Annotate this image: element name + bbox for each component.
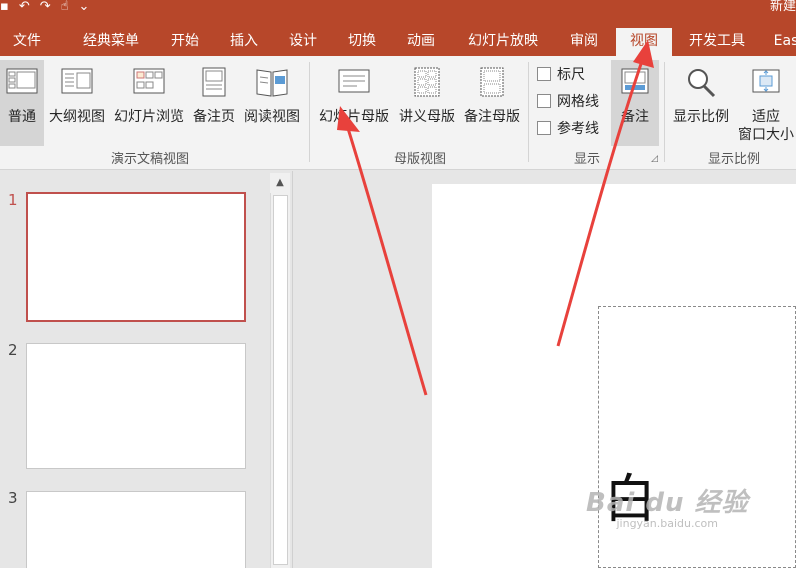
notes-master-icon: [480, 67, 504, 97]
scroll-up-icon[interactable]: ▲: [270, 173, 290, 193]
guides-checkbox[interactable]: 参考线: [537, 118, 599, 138]
quick-access-toolbar: ▪ ↶ ↷ ☝ ⌄: [0, 0, 89, 14]
guides-checkbox-box[interactable]: [537, 121, 551, 135]
tab-home[interactable]: 开始: [160, 28, 210, 56]
touch-mode-icon[interactable]: ☝: [61, 0, 69, 13]
notes-master-label: 备注母版: [464, 109, 520, 125]
slide-sorter-button[interactable]: 幻灯片浏览: [110, 60, 188, 146]
slide-number: 2: [8, 341, 18, 359]
magnifier-icon: [688, 69, 716, 98]
save-icon[interactable]: ▪: [0, 0, 9, 13]
slide-thumbnail-pane: 1 2 3 ▲: [0, 171, 293, 568]
reading-view-button[interactable]: 阅读视图: [240, 60, 304, 146]
show-group-label: 显示: [573, 152, 600, 167]
slide-master-icon: [338, 69, 370, 93]
tab-transitions[interactable]: 切换: [337, 28, 387, 56]
slide-sorter-label: 幻灯片浏览: [114, 109, 184, 125]
gridlines-checkbox-box[interactable]: [537, 94, 551, 108]
ribbon: 普通 大纲视图 幻灯片浏览 备注页 阅读视图 演示文稿视图 幻灯片母版 讲义母版…: [0, 56, 796, 170]
notes-page-icon: [202, 67, 226, 97]
baidu-watermark: Bai du 经验 jingyan.baidu.com: [586, 482, 749, 530]
tab-view[interactable]: 视图: [616, 28, 672, 58]
scrollbar-thumb[interactable]: [273, 195, 288, 565]
fit-label-line2: 窗口大小: [738, 127, 794, 143]
slide-thumbnail-3[interactable]: [26, 491, 246, 568]
chevron-down-icon[interactable]: ⌄: [79, 0, 90, 13]
handout-master-button[interactable]: 讲义母版: [395, 60, 459, 146]
zoom-label: 显示比例: [673, 109, 729, 125]
slide-master-button[interactable]: 幻灯片母版: [314, 60, 394, 146]
tab-slideshow[interactable]: 幻灯片放映: [456, 28, 550, 56]
zoom-button[interactable]: 显示比例: [668, 60, 734, 146]
tab-design[interactable]: 设计: [278, 28, 328, 56]
notes-page-button[interactable]: 备注页: [190, 60, 238, 146]
fit-to-window-label: 适应 窗口大小: [736, 108, 796, 144]
ribbon-separator: [664, 62, 665, 162]
slide-master-label: 幻灯片母版: [319, 109, 389, 125]
tab-developer[interactable]: 开发工具: [680, 28, 754, 56]
slide-thumbnail-1[interactable]: [26, 192, 246, 322]
tab-review[interactable]: 审阅: [559, 28, 609, 56]
reading-view-icon: [256, 69, 288, 97]
ribbon-separator: [528, 62, 529, 162]
reading-view-label: 阅读视图: [244, 109, 300, 125]
gridlines-label: 网格线: [557, 94, 599, 110]
tab-insert[interactable]: 插入: [219, 28, 269, 56]
undo-icon[interactable]: ↶: [19, 0, 30, 13]
zoom-group-label: 显示比例: [707, 152, 760, 167]
slide-number: 3: [8, 489, 18, 507]
notes-icon: [621, 68, 649, 94]
tab-file[interactable]: 文件: [0, 28, 54, 56]
ruler-checkbox-box[interactable]: [537, 67, 551, 81]
tab-classic-menu[interactable]: 经典菜单: [70, 28, 152, 56]
notes-page-label: 备注页: [193, 109, 235, 125]
ribbon-separator: [309, 62, 310, 162]
ruler-checkbox[interactable]: 标尺: [537, 64, 585, 84]
ribbon-tab-bar: 文件 经典菜单 开始 插入 设计 切换 动画 幻灯片放映 审阅 视图 开发工具 …: [0, 28, 796, 58]
notes-button[interactable]: 备注: [611, 60, 659, 146]
master-views-group-label: 母版视图: [393, 152, 446, 167]
tab-animations[interactable]: 动画: [396, 28, 446, 56]
fit-label-line1: 适应: [752, 109, 780, 125]
normal-view-label: 普通: [8, 109, 36, 125]
notes-master-button[interactable]: 备注母版: [460, 60, 524, 146]
tab-eas[interactable]: Eas: [766, 28, 796, 56]
normal-view-icon: [6, 68, 38, 94]
outline-view-label: 大纲视图: [49, 109, 105, 125]
slide-number: 1: [8, 191, 18, 209]
outline-view-icon: [61, 68, 93, 94]
document-title: 新建: [769, 0, 796, 14]
handout-master-icon: [414, 67, 440, 97]
redo-icon[interactable]: ↷: [40, 0, 51, 13]
guides-label: 参考线: [557, 121, 599, 137]
watermark-logo-text: Bai du 经验: [586, 488, 749, 518]
slide-sorter-icon: [133, 68, 165, 94]
notes-label: 备注: [621, 109, 649, 125]
normal-view-button[interactable]: 普通: [0, 60, 44, 146]
title-bar: ▪ ↶ ↷ ☝ ⌄ 新建: [0, 0, 796, 28]
outline-view-button[interactable]: 大纲视图: [46, 60, 108, 146]
slide-thumbnail-2[interactable]: [26, 343, 246, 469]
handout-master-label: 讲义母版: [399, 109, 455, 125]
gridlines-checkbox[interactable]: 网格线: [537, 91, 599, 111]
fit-to-window-icon: [752, 69, 780, 93]
presentation-views-group-label: 演示文稿视图: [110, 152, 189, 167]
ruler-label: 标尺: [557, 67, 585, 83]
fit-to-window-button[interactable]: 适应 窗口大小: [736, 60, 796, 146]
dialog-launcher-icon[interactable]: ◿: [651, 154, 658, 164]
